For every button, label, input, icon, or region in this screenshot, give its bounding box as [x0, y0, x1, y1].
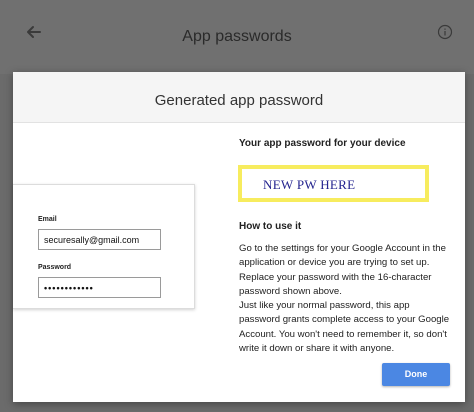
- info-icon[interactable]: [437, 24, 453, 40]
- password-heading: Your app password for your device: [239, 138, 406, 149]
- page-title: App passwords: [182, 28, 292, 45]
- howto-paragraph-1: Go to the settings for your Google Accou…: [239, 243, 446, 297]
- password-label: Password: [38, 264, 72, 271]
- generated-password-dialog: Generated app password Email securesally…: [13, 72, 465, 402]
- generated-password-inner: NEW PW HERE: [242, 169, 425, 198]
- howto-heading: How to use it: [239, 221, 302, 232]
- dialog-header: Generated app password: [13, 72, 465, 123]
- done-button[interactable]: Done: [382, 363, 450, 386]
- background-header: App passwords: [0, 0, 474, 74]
- howto-paragraph-2: Just like your normal password, this app…: [239, 300, 450, 355]
- password-field[interactable]: ••••••••••••: [38, 277, 161, 298]
- email-label: Email: [38, 216, 57, 223]
- dialog-title: Generated app password: [154, 92, 324, 109]
- generated-password-text: NEW PW HERE: [263, 177, 356, 192]
- generated-password-box: NEW PW HERE: [238, 165, 429, 202]
- howto-instructions: Go to the settings for your Google Accou…: [239, 242, 453, 356]
- email-field[interactable]: securesally@gmail.com: [38, 229, 161, 250]
- signin-example-card: Email securesally@gmail.com Password •••…: [13, 184, 195, 309]
